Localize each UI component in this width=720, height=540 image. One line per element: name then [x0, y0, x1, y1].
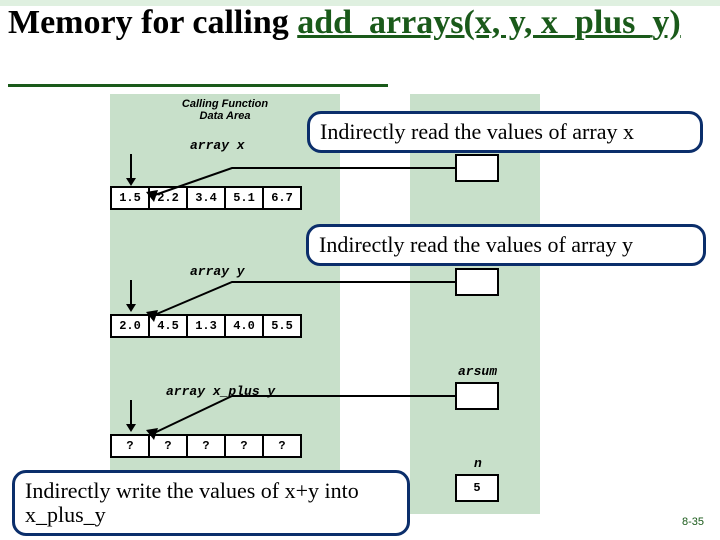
array-x-label: array x — [190, 138, 245, 153]
ar1-pointer-arrow-icon — [132, 156, 458, 202]
slide-title: Memory for calling add_arrays(x, y, x_pl… — [8, 4, 708, 41]
ar2-box — [455, 268, 499, 296]
page-number: 8-35 — [682, 516, 704, 528]
title-prefix: Memory for calling — [8, 4, 297, 41]
n-label: n — [474, 456, 482, 471]
n-box: 5 — [455, 474, 499, 502]
memory-diagram: Calling Function Data Area array x 1.5 2… — [70, 94, 590, 494]
title-function: add_arrays(x, y, x_plus_y) — [297, 4, 681, 41]
callout-1: Indirectly read the values of array x — [307, 111, 703, 153]
callout-3: Indirectly write the values of x+y into … — [12, 470, 410, 536]
left-column-label: Calling Function Data Area — [170, 98, 280, 122]
callout-2: Indirectly read the values of array y — [306, 224, 706, 266]
arsum-label: arsum — [458, 364, 497, 379]
ar2-pointer-arrow-icon — [132, 270, 458, 322]
title-underline — [8, 84, 388, 87]
ar1-box — [455, 154, 499, 182]
arsum-pointer-arrow-icon — [132, 384, 458, 442]
arsum-box — [455, 382, 499, 410]
